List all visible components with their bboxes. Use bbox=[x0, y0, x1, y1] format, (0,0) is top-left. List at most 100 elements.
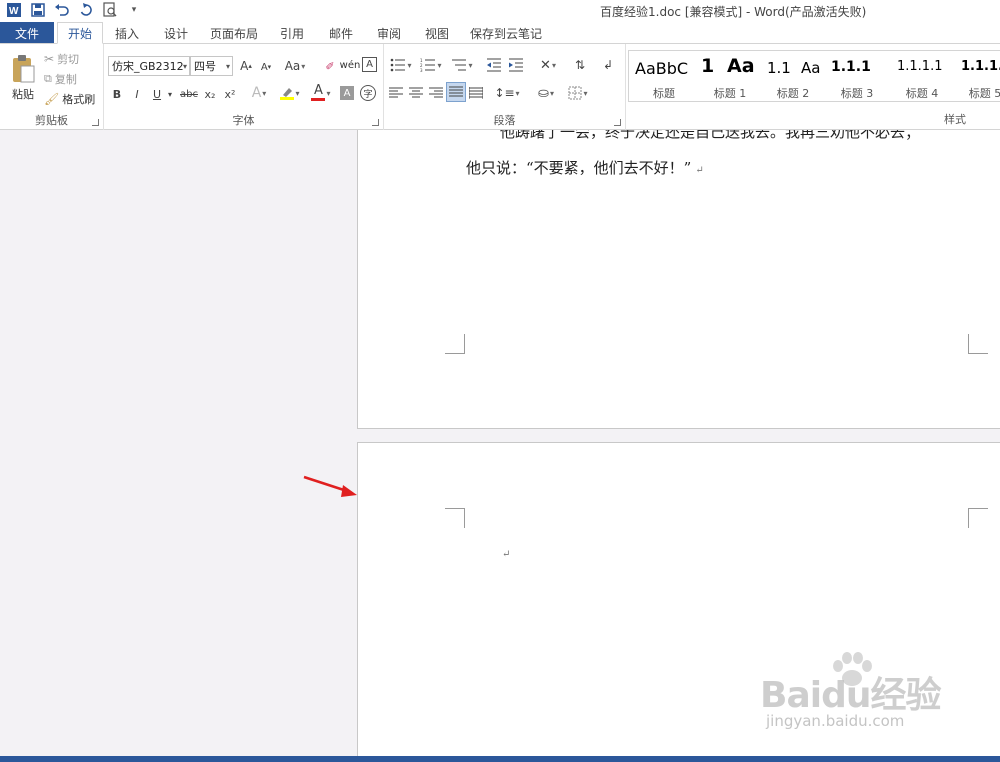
style-heading-4[interactable]: 1.1.1.1 标题 4 bbox=[889, 51, 955, 101]
style-heading-5-preview: 1.1.1. bbox=[961, 59, 1000, 74]
underline-button[interactable]: U bbox=[150, 86, 164, 102]
style-heading-5[interactable]: 1.1.1. 标题 5 bbox=[955, 51, 1000, 101]
save-icon[interactable] bbox=[30, 2, 46, 18]
superscript-button[interactable]: x² bbox=[222, 86, 238, 102]
show-marks-button[interactable]: ↲ bbox=[598, 56, 618, 74]
empty-paragraph[interactable]: ↵ bbox=[498, 543, 510, 561]
svg-text:W: W bbox=[9, 6, 19, 17]
text-effects-icon: A bbox=[251, 85, 262, 101]
document-line-1: 他踌躇了一会，终于决定还是自己送我去。我再三劝他不必去； bbox=[500, 130, 921, 141]
paragraph-mark: ↵ bbox=[502, 549, 511, 560]
styles-group-label: 样式 bbox=[944, 113, 966, 126]
phonetic-guide-icon: wén bbox=[339, 59, 361, 71]
style-title-name: 标题 bbox=[653, 87, 675, 100]
undo-icon[interactable] bbox=[54, 2, 70, 18]
grow-font-button[interactable]: A ▴ bbox=[238, 58, 254, 74]
copy-label: 复制 bbox=[54, 73, 77, 86]
multilevel-list-button[interactable]: ▾ bbox=[448, 56, 476, 74]
shrink-font-button[interactable]: A ▾ bbox=[258, 59, 274, 75]
print-preview-icon[interactable] bbox=[102, 2, 118, 18]
tab-save-to-cloud-notes[interactable]: 保存到云笔记 bbox=[466, 22, 546, 44]
justify-icon bbox=[449, 86, 463, 97]
bullets-button[interactable]: ▾ bbox=[388, 56, 414, 74]
font-size-select[interactable]: 四号 ▾ bbox=[190, 56, 233, 76]
change-case-button[interactable]: Aa ▾ bbox=[282, 58, 308, 74]
phonetic-guide-button[interactable]: wén bbox=[339, 56, 361, 74]
decrease-indent-button[interactable] bbox=[484, 56, 504, 74]
align-right-button[interactable] bbox=[428, 84, 444, 102]
char-border-button[interactable]: A bbox=[362, 57, 377, 72]
justify-button[interactable] bbox=[446, 82, 466, 102]
style-title-preview: AaBbC bbox=[635, 59, 689, 78]
shrink-font-icon: A bbox=[260, 61, 268, 73]
cut-button[interactable]: ✂ 剪切 bbox=[44, 51, 79, 67]
numbering-button[interactable]: 1 2 3 ▾ bbox=[418, 56, 444, 74]
tab-review[interactable]: 审阅 bbox=[368, 22, 410, 44]
highlighter-icon bbox=[280, 86, 295, 100]
tab-file[interactable]: 文件 bbox=[0, 22, 54, 44]
distributed-button[interactable] bbox=[468, 84, 484, 102]
shading-button[interactable]: ⛀ ▾ bbox=[532, 84, 560, 102]
word-logo-icon[interactable]: W bbox=[6, 2, 22, 18]
document-page-1[interactable]: 他踌躇了一会，终于决定还是自己送我去。我再三劝他不必去； 他只说：“不要紧，他们… bbox=[357, 130, 1000, 429]
font-group-label: 字体 bbox=[232, 114, 255, 127]
style-heading-3[interactable]: 1.1.1 标题 3 bbox=[825, 51, 889, 101]
underline-options-button[interactable]: ▾ bbox=[166, 86, 174, 102]
font-color-button[interactable]: A ▾ bbox=[308, 84, 334, 102]
distributed-icon bbox=[469, 87, 483, 99]
customize-qat-icon[interactable]: ▾ bbox=[126, 2, 142, 18]
strikethrough-button[interactable]: abc bbox=[178, 86, 200, 102]
enclose-characters-button[interactable]: 字 bbox=[360, 85, 376, 101]
increase-indent-button[interactable] bbox=[506, 56, 526, 74]
font-dialog-launcher[interactable] bbox=[372, 119, 379, 126]
ribbon: 粘贴 ✂ 剪切 ⧉ 复制 🖌 格式刷 剪贴板 仿宋_GB2312 ▾ 四号 ▾ … bbox=[0, 43, 1000, 130]
paragraph-dialog-launcher[interactable] bbox=[614, 119, 621, 126]
format-painter-button[interactable]: 🖌 格式刷 bbox=[44, 91, 95, 107]
redo-icon[interactable] bbox=[78, 2, 94, 18]
svg-text:3: 3 bbox=[420, 68, 423, 72]
tab-insert[interactable]: 插入 bbox=[106, 22, 148, 44]
style-heading-1[interactable]: 1 Aa 标题 1 bbox=[699, 51, 761, 101]
status-bar bbox=[0, 756, 1000, 762]
tab-mailings[interactable]: 邮件 bbox=[320, 22, 362, 44]
subscript-button[interactable]: x₂ bbox=[202, 86, 218, 102]
red-arrow-icon bbox=[303, 475, 357, 497]
document-line-2-text: 他只说：“不要紧，他们去不好！” bbox=[466, 159, 692, 177]
tab-home[interactable]: 开始 bbox=[57, 22, 103, 44]
document-page-2[interactable]: ↵ bbox=[357, 442, 1000, 756]
scissors-icon: ✂ bbox=[44, 52, 55, 66]
clear-formatting-button[interactable]: ✐ bbox=[322, 58, 338, 74]
char-border-icon: A bbox=[366, 59, 373, 70]
paragraph-mark-icon: ↲ bbox=[602, 58, 614, 72]
crop-mark-top-left bbox=[445, 508, 465, 528]
align-right-icon bbox=[429, 87, 443, 98]
paragraph-group: ▾ 1 2 3 ▾ ▾ ✕ ▾ ⇅ ↲ ↕≡ ▾ ⛀ ▾ ▾ 段落 bbox=[384, 44, 626, 130]
style-heading-3-name: 标题 3 bbox=[840, 87, 874, 100]
bold-button[interactable]: B bbox=[110, 86, 124, 102]
char-shading-button[interactable]: A bbox=[340, 86, 354, 100]
tab-references[interactable]: 引用 bbox=[272, 22, 312, 44]
copy-button[interactable]: ⧉ 复制 bbox=[44, 71, 77, 87]
clipboard-dialog-launcher[interactable] bbox=[92, 119, 99, 126]
chinese-layout-button[interactable]: ✕ ▾ bbox=[534, 56, 562, 74]
line-spacing-button[interactable]: ↕≡ ▾ bbox=[494, 84, 520, 102]
tab-page-layout[interactable]: 页面布局 bbox=[204, 22, 264, 44]
italic-button[interactable]: I bbox=[130, 86, 144, 102]
style-heading-2[interactable]: 1.1 Aa 标题 2 bbox=[761, 51, 825, 101]
align-center-button[interactable] bbox=[408, 84, 424, 102]
borders-button[interactable]: ▾ bbox=[564, 84, 592, 102]
bullets-icon bbox=[391, 58, 406, 72]
tab-design[interactable]: 设计 bbox=[156, 22, 196, 44]
highlight-color-button[interactable]: ▾ bbox=[276, 84, 304, 102]
paragraph-group-label: 段落 bbox=[493, 114, 516, 127]
font-name-select[interactable]: 仿宋_GB2312 ▾ bbox=[108, 56, 190, 76]
chevron-down-icon: ▾ bbox=[182, 62, 187, 71]
tab-view[interactable]: 视图 bbox=[416, 22, 458, 44]
align-center-icon bbox=[409, 87, 423, 98]
sort-button[interactable]: ⇅ bbox=[570, 56, 590, 74]
text-effects-button[interactable]: A ▾ bbox=[248, 84, 270, 102]
align-left-button[interactable] bbox=[388, 84, 404, 102]
format-painter-label: 格式刷 bbox=[62, 93, 96, 106]
style-title[interactable]: AaBbC 标题 bbox=[629, 51, 699, 101]
paste-button[interactable]: 粘贴 bbox=[6, 50, 40, 106]
